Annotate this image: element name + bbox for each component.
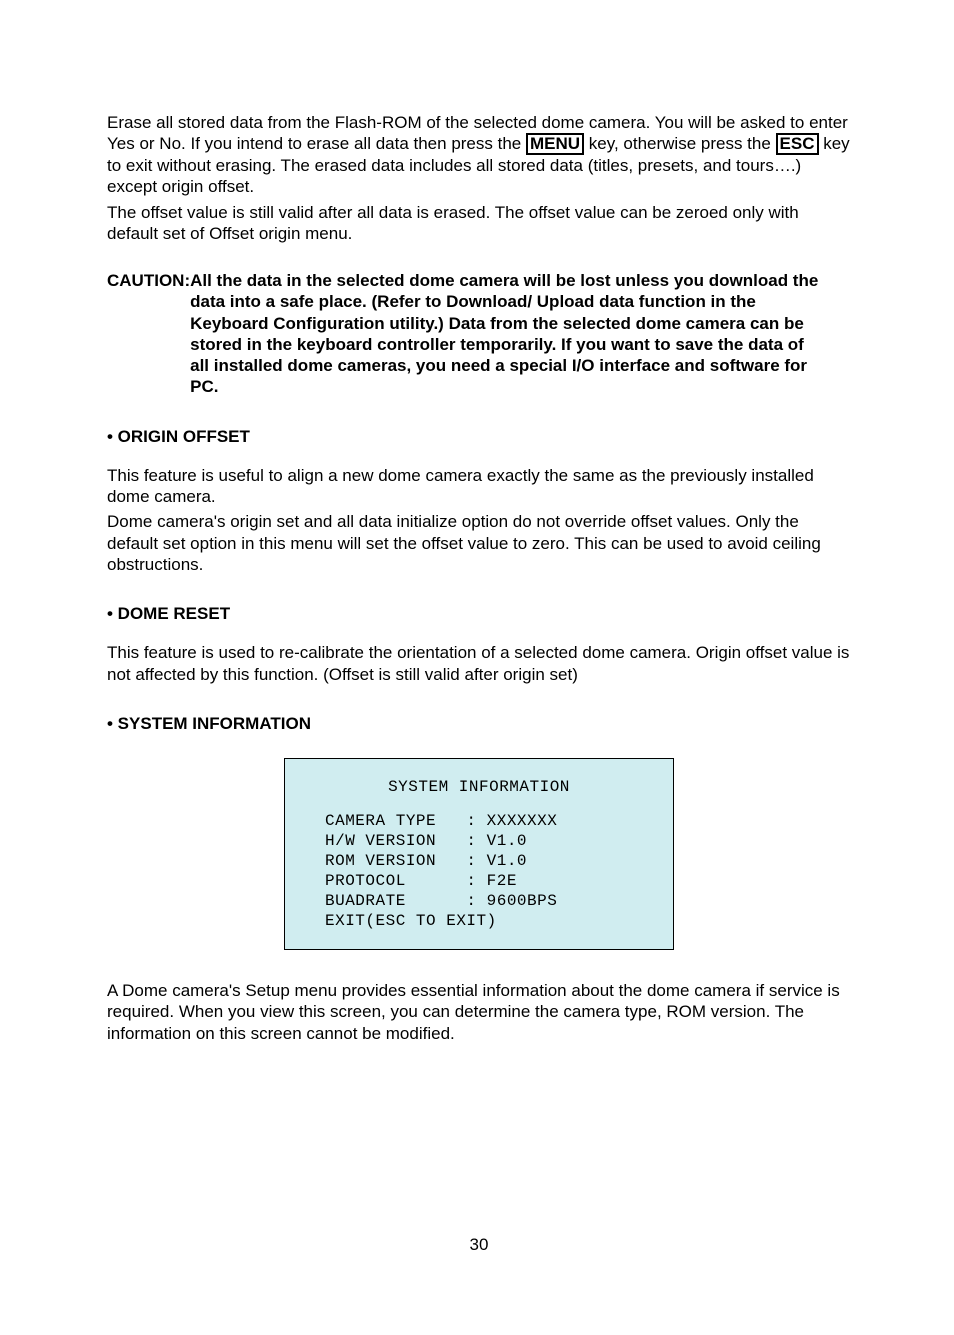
panel-exit: EXIT(ESC TO EXIT) [285, 911, 673, 931]
page-number: 30 [107, 1234, 851, 1255]
caution-text: All the data in the selected dome camera… [190, 270, 825, 398]
origin-offset-p1: This feature is useful to align a new do… [107, 465, 851, 508]
esc-key-box: ESC [776, 133, 819, 155]
intro-paragraph-1: Erase all stored data from the Flash-ROM… [107, 112, 851, 198]
panel-protocol: PROTOCOL : F2E [285, 871, 673, 891]
dome-reset-heading: • DOME RESET [107, 603, 851, 624]
intro-paragraph-2: The offset value is still valid after al… [107, 202, 851, 245]
system-info-heading: • SYSTEM INFORMATION [107, 713, 851, 734]
origin-offset-p2: Dome camera's origin set and all data in… [107, 511, 851, 575]
caution-label: CAUTION: [107, 270, 190, 291]
document-page: Erase all stored data from the Flash-ROM… [0, 0, 954, 1335]
system-info-p1: A Dome camera's Setup menu provides esse… [107, 980, 851, 1044]
intro-text-1b: key, otherwise press the [584, 134, 776, 153]
panel-baudrate: BUADRATE : 9600BPS [285, 891, 673, 911]
dome-reset-heading-text: • DOME RESET [107, 604, 230, 623]
system-info-panel: SYSTEM INFORMATION CAMERA TYPE : XXXXXXX… [284, 758, 674, 950]
panel-camera-type: CAMERA TYPE : XXXXXXX [285, 811, 673, 831]
caution-block: CAUTION: All the data in the selected do… [107, 270, 851, 398]
system-info-panel-title: SYSTEM INFORMATION [285, 777, 673, 797]
dome-reset-p1: This feature is used to re-calibrate the… [107, 642, 851, 685]
panel-rom-version: ROM VERSION : V1.0 [285, 851, 673, 871]
panel-hw-version: H/W VERSION : V1.0 [285, 831, 673, 851]
system-info-heading-text: • SYSTEM INFORMATION [107, 714, 311, 733]
origin-offset-heading-text: • ORIGIN OFFSET [107, 427, 250, 446]
origin-offset-heading: • ORIGIN OFFSET [107, 426, 851, 447]
menu-key-box: MENU [526, 133, 584, 155]
